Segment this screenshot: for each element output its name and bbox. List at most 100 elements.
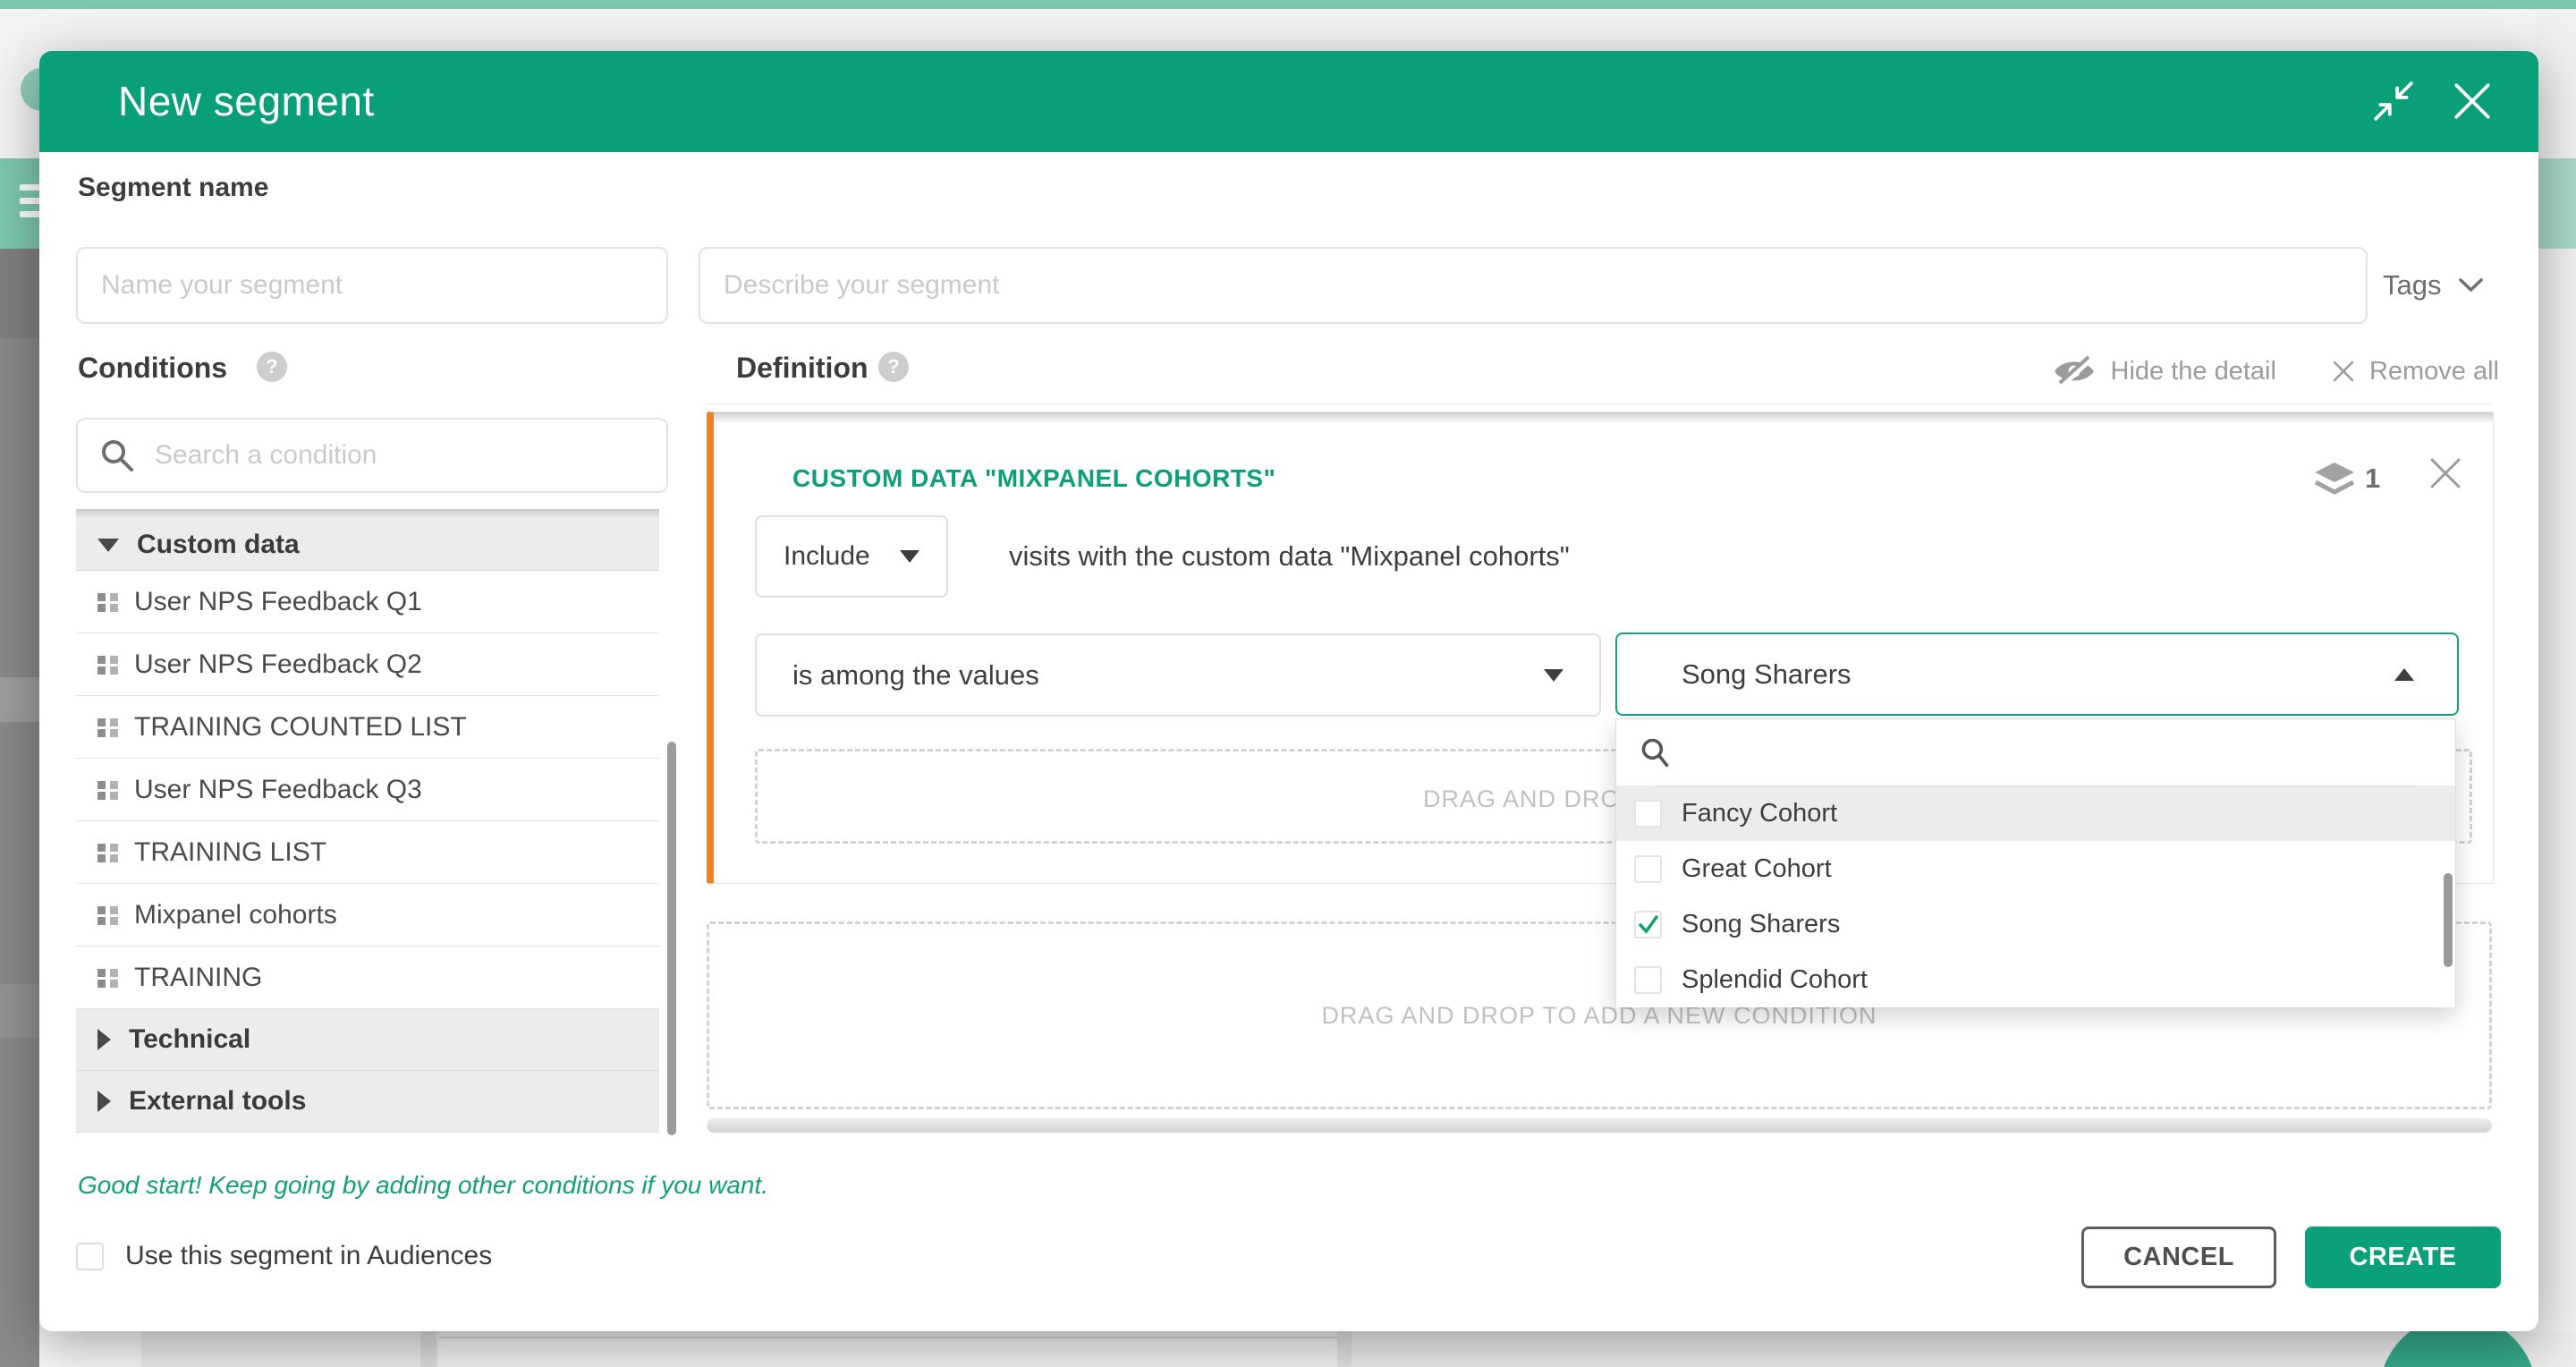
operator-value: is among the values [792, 659, 1039, 692]
hide-detail-label: Hide the detail [2111, 357, 2276, 386]
audiences-checkbox[interactable] [76, 1243, 104, 1270]
condition-item[interactable]: TRAINING LIST [76, 821, 659, 884]
segment-name-label: Segment name [78, 173, 268, 203]
definition-divider [707, 403, 2494, 404]
list-scroll-shadow [76, 509, 659, 520]
create-button[interactable]: CREATE [2305, 1227, 2501, 1288]
sidebar-overlay [0, 249, 39, 1367]
sidebar-block [0, 677, 39, 722]
condition-close-button[interactable] [2428, 455, 2467, 495]
condition-item-label: TRAINING COUNTED LIST [134, 712, 467, 743]
drag-handle-icon [96, 903, 120, 927]
definition-help-icon[interactable]: ? [878, 352, 909, 382]
group-label: Technical [129, 1024, 250, 1055]
include-dropdown[interactable]: Include [755, 515, 948, 598]
tags-label: Tags [2383, 269, 2441, 301]
close-button[interactable] [2451, 80, 2494, 123]
group-header-technical[interactable]: Technical [76, 1009, 659, 1071]
group-header-custom-data[interactable]: Custom data [76, 520, 659, 571]
dropdown-option[interactable]: Fancy Cohort [1616, 785, 2455, 841]
modal-title: New segment [118, 51, 375, 152]
close-icon [2428, 455, 2463, 491]
definition-label: Definition [736, 352, 869, 385]
search-icon [1640, 736, 1672, 768]
dropdown-option[interactable]: Splendid Cohort [1616, 952, 2455, 1007]
value-select[interactable]: Song Sharers [1615, 633, 2459, 716]
sidebar-block [0, 249, 39, 338]
eye-off-icon [2052, 355, 2097, 387]
condition-item[interactable]: TRAINING COUNTED LIST [76, 696, 659, 759]
segment-name-input[interactable] [76, 247, 668, 324]
condition-item[interactable]: User NPS Feedback Q3 [76, 759, 659, 821]
condition-item[interactable]: User NPS Feedback Q1 [76, 571, 659, 633]
collapse-icon [2372, 80, 2415, 123]
operator-select[interactable]: is among the values [755, 633, 1601, 717]
conditions-list: Custom data User NPS Feedback Q1 User NP… [76, 509, 659, 1133]
drag-handle-icon [96, 652, 120, 676]
segment-description-input[interactable] [699, 247, 2368, 324]
condition-search-input[interactable] [155, 440, 645, 471]
audiences-row: Use this segment in Audiences [76, 1241, 492, 1271]
definition-horizontal-scrollbar[interactable] [707, 1118, 2492, 1133]
caret-down-icon [1544, 669, 1563, 682]
value-select-label: Song Sharers [1682, 658, 1852, 691]
option-label: Song Sharers [1682, 910, 1840, 939]
dropdown-option[interactable]: Great Cohort [1616, 841, 2455, 896]
caret-right-icon [97, 1091, 111, 1112]
page-bottom-panel [438, 1337, 1337, 1367]
group-header-external-tools[interactable]: External tools [76, 1071, 659, 1133]
caret-down-icon [900, 550, 919, 563]
condition-item-label: User NPS Feedback Q1 [134, 587, 422, 617]
hide-detail-button[interactable]: Hide the detail [2052, 355, 2276, 387]
drag-handle-icon [96, 965, 120, 989]
option-label: Fancy Cohort [1682, 799, 1837, 828]
close-icon [2451, 80, 2494, 123]
drag-handle-icon [96, 777, 120, 802]
page-bottom-divider [1337, 1331, 1352, 1367]
chevron-down-icon [2459, 278, 2483, 293]
option-checkbox[interactable] [1634, 855, 1662, 883]
conditions-label: Conditions [78, 352, 227, 385]
condition-card-title: CUSTOM DATA "MIXPANEL COHORTS" [792, 464, 1275, 493]
remove-all-button[interactable]: Remove all [2332, 357, 2499, 386]
drag-handle-icon [96, 590, 120, 614]
condition-item-label: User NPS Feedback Q2 [134, 650, 422, 680]
page-right-band [2536, 158, 2576, 249]
caret-right-icon [97, 1029, 111, 1050]
new-segment-modal: New segment Segment name Tags Conditions… [39, 51, 2538, 1331]
search-icon [99, 437, 135, 473]
option-label: Splendid Cohort [1682, 965, 1868, 995]
caret-down-icon [97, 539, 119, 552]
sidebar-block [0, 984, 39, 1038]
modal-header: New segment [39, 51, 2538, 152]
condition-item[interactable]: Mixpanel cohorts [76, 884, 659, 947]
check-icon [1638, 913, 1659, 935]
option-checkbox[interactable] [1634, 966, 1662, 994]
dropdown-option[interactable]: Song Sharers [1616, 896, 2455, 952]
condition-item-label: TRAINING [134, 963, 262, 993]
conditions-scrollbar[interactable] [667, 742, 676, 1135]
definition-actions: Hide the detail Remove all [2052, 355, 2499, 387]
conditions-help-icon[interactable]: ? [257, 352, 287, 382]
close-icon [2332, 360, 2355, 383]
dropdown-separator [1657, 785, 2417, 786]
collapse-button[interactable] [2372, 80, 2415, 123]
tags-dropdown[interactable]: Tags [2383, 247, 2483, 324]
condition-item[interactable]: TRAINING [76, 947, 659, 1009]
condition-item-label: User NPS Feedback Q3 [134, 775, 422, 805]
condition-caption: visits with the custom data "Mixpanel co… [1009, 515, 1570, 598]
dropdown-search[interactable] [1616, 719, 2455, 785]
option-checkbox-checked[interactable] [1634, 911, 1662, 938]
card-scroll-shadow [714, 412, 2493, 423]
option-checkbox[interactable] [1634, 800, 1662, 828]
dropdown-scrollbar[interactable] [2444, 873, 2453, 967]
layers-icon [2313, 461, 2356, 498]
include-label: Include [784, 541, 870, 572]
layer-count: 1 [2365, 463, 2380, 495]
cancel-button[interactable]: CANCEL [2081, 1227, 2276, 1288]
audiences-checkbox-label: Use this segment in Audiences [125, 1241, 492, 1271]
value-dropdown-panel: Fancy Cohort Great Cohort Song Sharers S… [1615, 718, 2456, 1007]
group-label: Custom data [137, 530, 300, 560]
condition-item[interactable]: User NPS Feedback Q2 [76, 633, 659, 696]
condition-search[interactable] [76, 418, 668, 493]
